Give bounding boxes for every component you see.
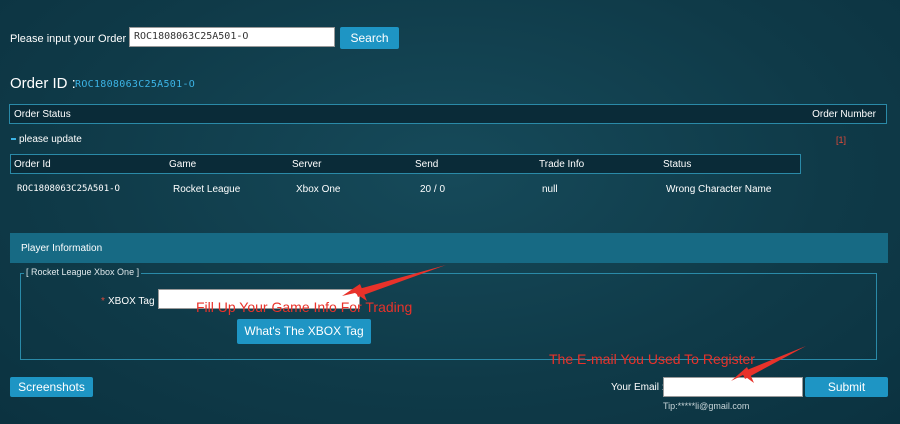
order-id-title: Order ID : <box>10 75 76 92</box>
table-row: ROC1808063C25A501-O Rocket League Xbox O… <box>10 180 801 200</box>
cell-send: 20 / 0 <box>420 184 446 195</box>
submit-button[interactable]: Submit <box>805 377 888 397</box>
email-tip: Tip:*****li@gmail.com <box>663 401 750 411</box>
email-input[interactable] <box>663 377 803 397</box>
order-search-label: Please input your Order No: <box>10 33 147 45</box>
order-id-value: ROC1808063C25A501-O <box>75 79 196 90</box>
player-information-header: Player Information <box>10 233 888 263</box>
header-game: Game <box>169 159 197 170</box>
header-send: Send <box>415 159 439 170</box>
annotation-arrows <box>342 265 806 383</box>
cell-status: Wrong Character Name <box>666 184 772 195</box>
cell-server: Xbox One <box>296 184 341 195</box>
required-mark: * <box>101 296 105 307</box>
player-information-title: Player Information <box>21 243 103 254</box>
order-detail-header: Order Id Game Server Send Trade Info Sta… <box>10 154 801 174</box>
cell-order-id: ROC1808063C25A501-O <box>17 184 120 194</box>
annotation-email: The E-mail You Used To Register <box>549 351 755 367</box>
game-info-fieldset <box>20 273 877 360</box>
screenshots-button[interactable]: Screenshots <box>10 377 93 397</box>
header-trade-info: Trade Info <box>539 159 585 170</box>
game-info-legend: [ Rocket League Xbox One ] <box>24 267 142 277</box>
search-button[interactable]: Search <box>340 27 399 49</box>
order-number-column: Order Number <box>812 109 876 120</box>
cell-trade-info: null <box>542 184 558 195</box>
header-status: Status <box>663 159 692 170</box>
order-status-column: Order Status <box>14 109 71 120</box>
order-search-input[interactable]: ROC1808063C25A501-O <box>129 27 335 47</box>
order-number-value[interactable]: [1] <box>836 135 846 145</box>
header-order-id: Order Id <box>14 159 51 170</box>
email-label: Your Email : <box>611 382 665 393</box>
header-server: Server <box>292 159 322 170</box>
collapse-icon[interactable] <box>11 138 16 141</box>
status-update-row[interactable]: please update <box>11 134 82 145</box>
annotation-game-info: Fill Up Your Game Info For Trading <box>196 299 413 315</box>
xbox-tag-label: XBOX Tag <box>108 296 155 307</box>
order-status-header: Order Status Order Number <box>9 104 887 124</box>
xbox-tag-help-button[interactable]: What's The XBOX Tag <box>237 319 371 344</box>
status-text: please update <box>19 134 82 145</box>
cell-game: Rocket League <box>173 184 241 195</box>
